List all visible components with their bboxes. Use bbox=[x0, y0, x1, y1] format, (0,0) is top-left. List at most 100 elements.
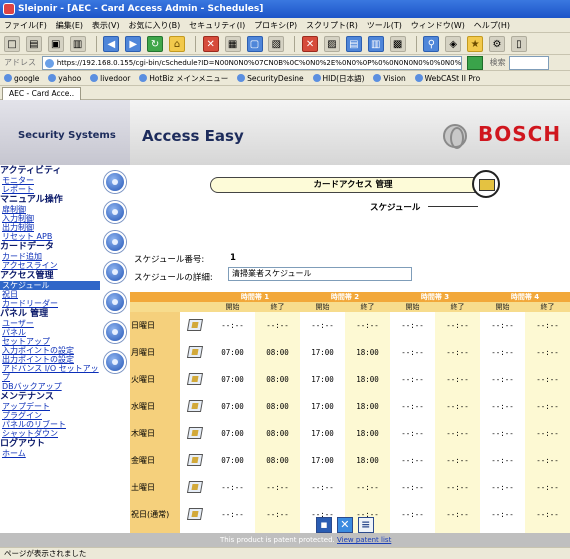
sidebar-item-reset-apb[interactable]: リセット APB bbox=[0, 232, 100, 241]
search-icon[interactable]: ⚲ bbox=[423, 36, 440, 52]
time-cell: --:-- bbox=[390, 312, 435, 339]
arrange-icon[interactable]: ▩ bbox=[389, 36, 406, 52]
activity-nav-icon[interactable] bbox=[104, 171, 126, 193]
sidebar-item-output-control[interactable]: 出力制御 bbox=[0, 223, 100, 232]
panel-nav-icon[interactable] bbox=[104, 291, 126, 313]
menu-tools[interactable]: ツール(T) bbox=[367, 21, 402, 30]
time-cell: --:-- bbox=[525, 501, 570, 528]
report-button[interactable]: ≡ bbox=[357, 517, 374, 533]
stop-icon[interactable]: ✕ bbox=[202, 36, 219, 52]
sidebar-item-add-card[interactable]: カード追加 bbox=[0, 252, 100, 261]
tools-icon[interactable]: ⚙ bbox=[489, 36, 505, 52]
time-cell: --:-- bbox=[255, 312, 300, 339]
maintenance-nav-icon[interactable] bbox=[104, 351, 126, 373]
browser-tab[interactable]: AEC - Card Acce.. bbox=[2, 87, 82, 100]
sidebar-item-home[interactable]: ホーム bbox=[0, 449, 100, 458]
back-icon[interactable]: ◀ bbox=[103, 36, 120, 52]
patent-link[interactable]: View patent list bbox=[337, 536, 391, 544]
link-item[interactable]: HotBiz メインメニュー bbox=[139, 74, 228, 83]
schedule-badge-icon bbox=[472, 170, 500, 198]
cancel-button[interactable]: ✕ bbox=[336, 517, 353, 533]
save-button[interactable]: ▪ bbox=[316, 517, 332, 533]
menu-proxy[interactable]: プロキシ(P) bbox=[254, 21, 297, 30]
search-input[interactable] bbox=[508, 56, 549, 70]
sidebar-item-input-control[interactable]: 入力制御 bbox=[0, 214, 100, 223]
edit-row-icon[interactable] bbox=[186, 507, 204, 520]
edit-row-icon[interactable] bbox=[186, 480, 204, 493]
save-page-icon[interactable]: ▣ bbox=[47, 36, 64, 52]
manual-nav-icon[interactable] bbox=[104, 201, 126, 223]
menu-script[interactable]: スクリプト(R) bbox=[306, 21, 358, 30]
sidebar-item-input-points[interactable]: 入力ポイントの設定 bbox=[0, 346, 100, 355]
sidebar-item-monitor[interactable]: モニター bbox=[0, 176, 100, 185]
favorite-star-icon[interactable]: ★ bbox=[467, 36, 484, 52]
cascade-icon[interactable]: ▨ bbox=[324, 36, 340, 52]
sidebar-item-user[interactable]: ユーザー bbox=[0, 319, 100, 328]
panel-setup-nav-icon[interactable] bbox=[104, 321, 126, 343]
sidebar-item-db-backup[interactable]: DBバックアップ bbox=[0, 382, 100, 391]
sidebar-item-schedule[interactable]: スケジュール bbox=[0, 281, 100, 290]
edit-row-icon[interactable] bbox=[186, 426, 204, 439]
sidebar-item-door-control[interactable]: 扉制御 bbox=[0, 205, 100, 214]
link-item[interactable]: google bbox=[4, 74, 39, 83]
menu-help[interactable]: ヘルプ(H) bbox=[474, 21, 510, 30]
sidebar-item-access-line[interactable]: アクセスライン bbox=[0, 261, 100, 270]
sidebar-item-panel[interactable]: パネル bbox=[0, 328, 100, 337]
sidebar-item-advanced-io[interactable]: アドバンス I/O セットアップ bbox=[0, 364, 100, 382]
reload-icon[interactable]: ↻ bbox=[147, 36, 164, 52]
tile-vertical-icon[interactable]: ▥ bbox=[367, 36, 384, 52]
sidebar-item-output-points[interactable]: 出力ポイントの設定 bbox=[0, 355, 100, 364]
print-icon[interactable]: ▥ bbox=[69, 36, 86, 52]
edit-row-icon[interactable] bbox=[186, 345, 204, 358]
sidebar-item-update[interactable]: アップデート bbox=[0, 402, 100, 411]
sidebar-item-shutdown[interactable]: シャットダウン bbox=[0, 429, 100, 438]
link-item[interactable]: WebCASt II Pro bbox=[414, 74, 480, 83]
new-page-icon[interactable]: □ bbox=[4, 36, 20, 52]
menu-favorites[interactable]: お気に入り(B) bbox=[128, 21, 180, 30]
go-button[interactable] bbox=[466, 56, 483, 70]
sidebar-item-report[interactable]: レポート bbox=[0, 185, 100, 194]
edit-row-icon[interactable] bbox=[186, 318, 204, 331]
sidebar-item-holiday[interactable]: 祝日 bbox=[0, 290, 100, 299]
menu-view[interactable]: 表示(V) bbox=[92, 21, 120, 30]
sidebar-item-card-reader[interactable]: カードリーダー bbox=[0, 299, 100, 308]
link-favicon-icon bbox=[373, 74, 382, 82]
link-item[interactable]: Vision bbox=[373, 74, 406, 83]
page-icon[interactable]: ▯ bbox=[510, 36, 527, 52]
edit-row-icon[interactable] bbox=[186, 372, 204, 385]
time-cell: --:-- bbox=[210, 501, 255, 528]
link-item[interactable]: SecurityDesine bbox=[237, 74, 304, 83]
time-cell: --:-- bbox=[480, 366, 525, 393]
access-nav-icon[interactable] bbox=[104, 261, 126, 283]
url-input[interactable]: https://192.168.0.155/cgi-bin/cSchedule?… bbox=[41, 56, 462, 70]
time-cell: --:-- bbox=[435, 447, 480, 474]
menu-file[interactable]: ファイル(F) bbox=[4, 21, 47, 30]
time-cell: --:-- bbox=[525, 312, 570, 339]
card-data-nav-icon[interactable] bbox=[104, 231, 126, 253]
home-icon[interactable]: ⌂ bbox=[169, 36, 185, 52]
sidebar-item-logout[interactable]: ログアウト bbox=[0, 439, 100, 449]
open-icon[interactable]: ▤ bbox=[25, 36, 42, 52]
edit-row-icon[interactable] bbox=[186, 453, 204, 466]
link-item[interactable]: HID(日本語) bbox=[312, 74, 365, 83]
tile-horizontal-icon[interactable]: ▤ bbox=[345, 36, 362, 52]
sidebar-item-reboot[interactable]: パネルのリブート bbox=[0, 420, 100, 429]
time-cell: --:-- bbox=[255, 501, 300, 528]
highlight-icon[interactable]: ◈ bbox=[445, 36, 462, 52]
tile-icon[interactable]: ▧ bbox=[268, 36, 285, 52]
sidebar-item-plugin[interactable]: プラグイン bbox=[0, 411, 100, 420]
time-cell: 07:00 bbox=[210, 339, 255, 366]
close-tab-icon[interactable]: ✕ bbox=[302, 36, 319, 52]
menu-window[interactable]: ウィンドウ(W) bbox=[411, 21, 465, 30]
time-cell: 07:00 bbox=[210, 447, 255, 474]
tab-icon[interactable]: ▦ bbox=[224, 36, 241, 52]
menu-security[interactable]: セキュリティ(I) bbox=[189, 21, 245, 30]
link-item[interactable]: yahoo bbox=[48, 74, 81, 83]
edit-row-icon[interactable] bbox=[186, 399, 204, 412]
sidebar-item-setup[interactable]: セットアップ bbox=[0, 337, 100, 346]
forward-icon[interactable]: ▶ bbox=[125, 36, 142, 52]
link-item[interactable]: livedoor bbox=[90, 74, 130, 83]
schedule-detail-field[interactable]: 清掃業者スケジュール bbox=[228, 267, 412, 281]
window-icon[interactable]: ▢ bbox=[246, 36, 263, 52]
menu-edit[interactable]: 編集(E) bbox=[56, 21, 83, 30]
